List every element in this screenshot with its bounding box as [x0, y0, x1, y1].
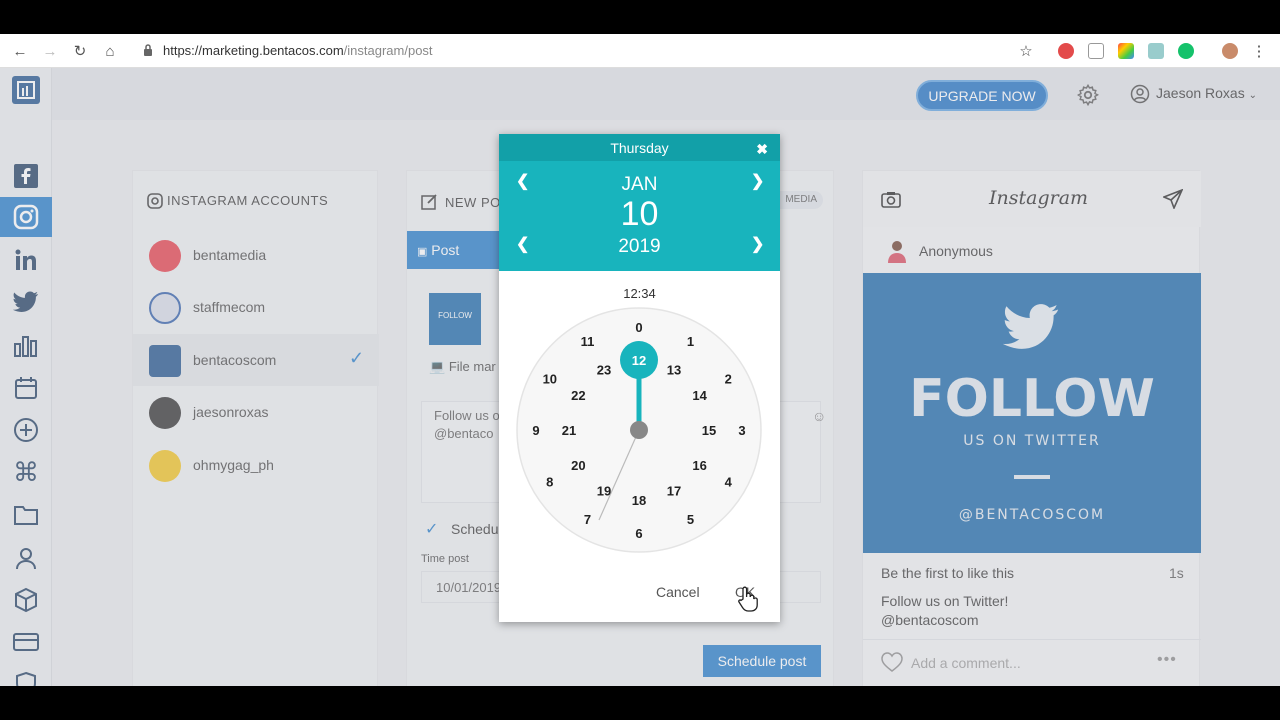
back-icon[interactable]: ←	[11, 42, 29, 60]
extension-icon[interactable]	[1148, 43, 1164, 59]
clock-hour-11[interactable]: 11	[581, 334, 595, 349]
hand-cursor-icon	[738, 586, 758, 612]
url-host: https://marketing.bentacos.com	[163, 43, 344, 58]
clock-hour-4[interactable]: 4	[725, 475, 733, 490]
forward-icon[interactable]: →	[41, 42, 59, 60]
clock-hour-23[interactable]: 23	[597, 362, 611, 377]
clock-hour-16[interactable]: 16	[692, 458, 706, 473]
extension-icon[interactable]	[1058, 43, 1074, 59]
clock-hour-14[interactable]: 14	[692, 388, 707, 403]
clock-hour-19[interactable]: 19	[597, 484, 611, 499]
lock-icon	[144, 44, 152, 56]
reload-icon[interactable]: ↻	[71, 42, 89, 60]
clock-hour-7[interactable]: 7	[584, 512, 591, 527]
grammarly-icon[interactable]	[1178, 43, 1194, 59]
clock-hour-15[interactable]: 15	[702, 423, 716, 438]
picker-month: JAN	[621, 174, 658, 195]
next-year-icon[interactable]: ❯	[751, 234, 764, 254]
browser-toolbar: ← → ↻ ⌂ https://marketing.bentacos.com/i…	[0, 34, 1280, 68]
close-icon[interactable]: ✖	[756, 141, 768, 158]
picker-day: Thursday	[499, 134, 780, 161]
clock-hour-18[interactable]: 18	[632, 493, 646, 508]
prev-year-icon[interactable]: ❮	[516, 234, 529, 254]
clock-center	[630, 421, 648, 439]
clock-hour-21[interactable]: 21	[562, 423, 576, 438]
clock-hour-8[interactable]: 8	[546, 475, 553, 490]
clock-hour-13[interactable]: 13	[667, 362, 681, 377]
clock-hour-6[interactable]: 6	[635, 526, 642, 541]
home-icon[interactable]: ⌂	[101, 42, 119, 60]
clock-hour-3[interactable]: 3	[738, 423, 745, 438]
clock-hour-17[interactable]: 17	[667, 484, 681, 499]
clock-hour-22[interactable]: 22	[571, 388, 585, 403]
clock-hour-2[interactable]: 2	[725, 372, 732, 387]
url-path: /instagram/post	[343, 43, 433, 58]
cancel-button[interactable]: Cancel	[656, 584, 700, 600]
extension-icon[interactable]	[1118, 43, 1134, 59]
picker-date-header: ❮ ❯ JAN 10 2019 ❮ ❯	[499, 161, 780, 271]
clock-hour-10[interactable]: 10	[543, 372, 557, 387]
clock-face[interactable]: 01234567891011 121314151617181920212223	[515, 306, 763, 554]
picker-year: 2019	[618, 236, 661, 257]
profile-avatar[interactable]	[1222, 43, 1238, 59]
address-bar[interactable]: https://marketing.bentacos.com/instagram…	[163, 43, 433, 58]
clock-hour-1[interactable]: 1	[687, 334, 694, 349]
bookmark-star-icon[interactable]: ☆	[1017, 42, 1035, 60]
picker-time-readout: 12:34	[623, 286, 656, 301]
picker-date: 10	[620, 195, 659, 233]
clock-hour-5[interactable]: 5	[687, 512, 694, 527]
clock-hour-12[interactable]: 12	[632, 353, 646, 368]
clock-hour-9[interactable]: 9	[532, 423, 539, 438]
extension-icon[interactable]	[1088, 43, 1104, 59]
menu-dots-icon[interactable]: ⋮	[1250, 42, 1268, 60]
datetime-picker: Thursday ✖ ❮ ❯ JAN 10 2019 ❮ ❯ 12:34 012…	[499, 134, 780, 622]
clock-hour-0[interactable]: 0	[635, 320, 642, 335]
screen: ← → ↻ ⌂ https://marketing.bentacos.com/i…	[0, 34, 1280, 686]
clock-hour-20[interactable]: 20	[571, 458, 585, 473]
